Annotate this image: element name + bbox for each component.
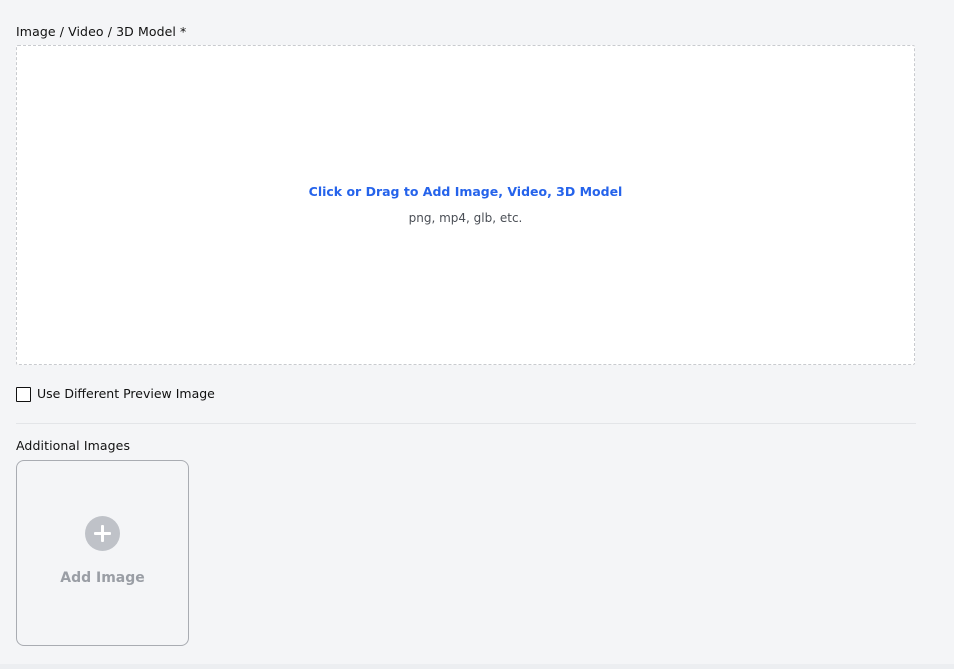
dropzone-hint: png, mp4, glb, etc. bbox=[408, 211, 523, 225]
preview-image-checkbox-label[interactable]: Use Different Preview Image bbox=[37, 386, 215, 402]
media-field-label: Image / Video / 3D Model * bbox=[16, 24, 187, 39]
media-dropzone[interactable]: Click or Drag to Add Image, Video, 3D Mo… bbox=[16, 45, 915, 365]
section-divider bbox=[16, 423, 916, 424]
preview-image-checkbox[interactable] bbox=[16, 386, 31, 402]
add-image-button[interactable]: Add Image bbox=[16, 460, 189, 646]
dropzone-title[interactable]: Click or Drag to Add Image, Video, 3D Mo… bbox=[17, 184, 914, 200]
plus-circle-icon bbox=[85, 516, 120, 551]
bottom-edge bbox=[0, 664, 954, 669]
preview-image-option[interactable]: Use Different Preview Image bbox=[16, 386, 215, 402]
add-image-label: Add Image bbox=[60, 570, 145, 586]
additional-images-label: Additional Images bbox=[16, 438, 131, 453]
